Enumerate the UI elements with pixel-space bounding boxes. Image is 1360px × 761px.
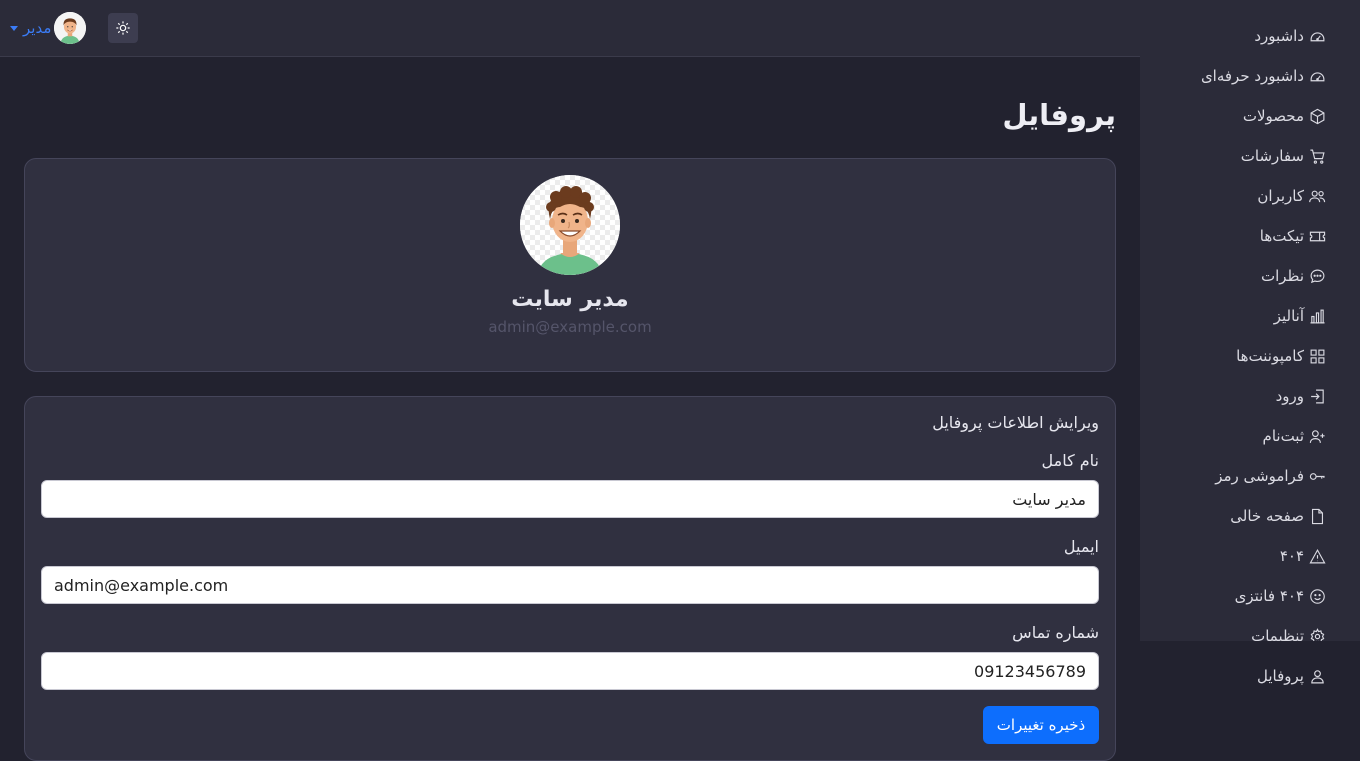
user-plus-icon [1309, 429, 1325, 443]
speedometer-icon [1310, 71, 1325, 81]
profile-name: مدیر سایت [511, 287, 629, 312]
form-title: ویرایش اطلاعات پروفایل [932, 413, 1099, 432]
sidebar-item-label: نظرات [1260, 267, 1304, 285]
sidebar-bottom: پروفایل [1140, 641, 1360, 761]
phone-label: شماره تماس [1012, 623, 1099, 642]
sidebar-item-label: داشبورد حرفه‌ای [1200, 67, 1304, 85]
chat-icon [1310, 269, 1325, 283]
page-title: پروفایل [1002, 98, 1116, 132]
sidebar-item-register[interactable]: ثبت‌نام [1263, 424, 1326, 448]
phone-input[interactable] [41, 652, 1099, 690]
sidebar-item-users[interactable]: کاربران [1257, 184, 1326, 208]
sidebar-item-label: کاربران [1257, 187, 1304, 205]
person-icon [1311, 669, 1324, 683]
sidebar: داشبورد داشبورد حرفه‌ای محصولات سفارشات … [1140, 0, 1360, 645]
sun-icon [116, 21, 130, 35]
sidebar-item-label: داشبورد [1254, 27, 1304, 45]
edit-profile-form: ویرایش اطلاعات پروفایل نام کامل ایمیل شم… [24, 396, 1116, 761]
sidebar-item-orders[interactable]: سفارشات [1241, 144, 1326, 168]
grid-icon [1310, 349, 1325, 363]
sidebar-item-pro-dashboard[interactable]: داشبورد حرفه‌ای [1201, 64, 1326, 88]
key-icon [1309, 472, 1325, 480]
bar-chart-icon [1310, 309, 1325, 323]
sidebar-item-label: ۴۰۴ فانتزی [1234, 587, 1304, 605]
speedometer-icon [1310, 31, 1325, 41]
user-menu-dropdown[interactable]: مدیر [10, 12, 87, 44]
sidebar-item-label: ورود [1275, 387, 1304, 405]
save-button[interactable]: ذخیره تغییرات [983, 706, 1099, 744]
sidebar-item-dashboard[interactable]: داشبورد [1254, 24, 1326, 48]
sidebar-item-404-fancy[interactable]: ۴۰۴ فانتزی [1235, 584, 1326, 608]
sidebar-item-label: کامپوننت‌ها [1236, 347, 1304, 365]
sidebar-item-label: محصولات [1242, 107, 1304, 125]
sidebar-item-forgot-password[interactable]: فراموشی رمز [1215, 464, 1326, 488]
sidebar-item-products[interactable]: محصولات [1243, 104, 1326, 128]
avatar [520, 175, 620, 275]
warning-icon [1309, 548, 1326, 563]
sidebar-item-label: آنالیز [1273, 307, 1304, 325]
theme-toggle-button[interactable] [108, 13, 138, 43]
caret-down-icon [10, 25, 18, 31]
smile-icon [1310, 588, 1325, 604]
box-icon [1310, 108, 1325, 124]
users-icon [1309, 190, 1326, 202]
full-name-label: نام کامل [1041, 451, 1100, 470]
file-icon [1311, 508, 1324, 524]
sidebar-item-components[interactable]: کامپوننت‌ها [1236, 344, 1326, 368]
sidebar-item-label: صفحه خالی [1230, 507, 1304, 525]
sidebar-item-404[interactable]: ۴۰۴ [1280, 544, 1326, 568]
sidebar-item-label: ۴۰۴ [1279, 547, 1304, 565]
sidebar-item-label: ثبت‌نام [1262, 427, 1304, 445]
top-bar: مدیر [0, 0, 1140, 57]
ticket-icon [1309, 231, 1326, 241]
full-name-input[interactable] [41, 480, 1099, 518]
sidebar-item-label: سفارشات [1240, 147, 1304, 165]
sidebar-item-label: فراموشی رمز [1215, 467, 1304, 485]
sidebar-item-tickets[interactable]: تیکت‌ها [1260, 224, 1326, 248]
sidebar-item-profile[interactable]: پروفایل [1257, 664, 1326, 688]
sidebar-item-label: تیکت‌ها [1259, 227, 1304, 245]
email-input[interactable] [41, 566, 1099, 604]
sidebar-item-login[interactable]: ورود [1276, 384, 1326, 408]
profile-card: مدیر سایت admin@example.com [24, 158, 1116, 372]
sidebar-item-analytics[interactable]: آنالیز [1274, 304, 1326, 328]
avatar[interactable] [54, 12, 87, 44]
sidebar-item-label: پروفایل [1257, 667, 1304, 685]
profile-email: admin@example.com [488, 318, 652, 336]
cart-icon [1310, 149, 1325, 164]
email-label: ایمیل [1063, 537, 1099, 556]
sidebar-item-comments[interactable]: نظرات [1261, 264, 1326, 288]
sidebar-item-blank-page[interactable]: صفحه خالی [1230, 504, 1326, 528]
user-name[interactable]: مدیر [23, 19, 51, 37]
login-icon [1311, 389, 1324, 403]
